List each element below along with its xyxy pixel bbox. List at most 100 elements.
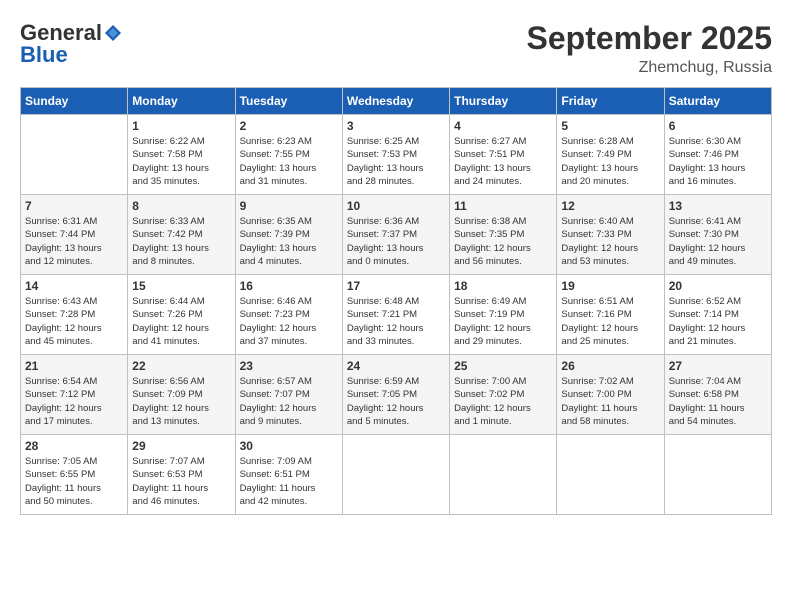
calendar-cell: 19 Sunrise: 6:51 AM Sunset: 7:16 PM Dayli… bbox=[557, 275, 664, 355]
calendar-cell: 28 Sunrise: 7:05 AM Sunset: 6:55 PM Dayli… bbox=[21, 435, 128, 515]
day-number: 2 bbox=[240, 119, 338, 133]
day-number: 16 bbox=[240, 279, 338, 293]
day-number: 15 bbox=[132, 279, 230, 293]
day-content: Sunrise: 6:48 AM Sunset: 7:21 PM Dayligh… bbox=[347, 295, 445, 348]
day-content: Sunrise: 6:28 AM Sunset: 7:49 PM Dayligh… bbox=[561, 135, 659, 188]
day-number: 22 bbox=[132, 359, 230, 373]
day-content: Sunrise: 6:23 AM Sunset: 7:55 PM Dayligh… bbox=[240, 135, 338, 188]
calendar-cell: 27 Sunrise: 7:04 AM Sunset: 6:58 PM Dayli… bbox=[664, 355, 771, 435]
weekday-header: Sunday bbox=[21, 88, 128, 115]
day-content: Sunrise: 6:27 AM Sunset: 7:51 PM Dayligh… bbox=[454, 135, 552, 188]
location: Zhemchug, Russia bbox=[527, 59, 772, 77]
calendar-cell: 10 Sunrise: 6:36 AM Sunset: 7:37 PM Dayli… bbox=[342, 195, 449, 275]
calendar-cell: 22 Sunrise: 6:56 AM Sunset: 7:09 PM Dayli… bbox=[128, 355, 235, 435]
calendar-cell: 8Sunrise: 6:33 AM Sunset: 7:42 PM Daylig… bbox=[128, 195, 235, 275]
calendar-cell bbox=[342, 435, 449, 515]
day-number: 28 bbox=[25, 439, 123, 453]
day-content: Sunrise: 6:31 AM Sunset: 7:44 PM Dayligh… bbox=[25, 215, 123, 268]
calendar-cell: 2 Sunrise: 6:23 AM Sunset: 7:55 PM Daylig… bbox=[235, 115, 342, 195]
day-number: 6 bbox=[669, 119, 767, 133]
weekday-header: Thursday bbox=[450, 88, 557, 115]
header-row: SundayMondayTuesdayWednesdayThursdayFrid… bbox=[21, 88, 772, 115]
day-content: Sunrise: 7:00 AM Sunset: 7:02 PM Dayligh… bbox=[454, 375, 552, 428]
calendar-cell: 30 Sunrise: 7:09 AM Sunset: 6:51 PM Dayli… bbox=[235, 435, 342, 515]
day-content: Sunrise: 6:54 AM Sunset: 7:12 PM Dayligh… bbox=[25, 375, 123, 428]
calendar-table: SundayMondayTuesdayWednesdayThursdayFrid… bbox=[20, 87, 772, 515]
day-content: Sunrise: 6:30 AM Sunset: 7:46 PM Dayligh… bbox=[669, 135, 767, 188]
day-number: 26 bbox=[561, 359, 659, 373]
day-content: Sunrise: 6:41 AM Sunset: 7:30 PM Dayligh… bbox=[669, 215, 767, 268]
calendar-cell: 4Sunrise: 6:27 AM Sunset: 7:51 PM Daylig… bbox=[450, 115, 557, 195]
calendar-cell: 11 Sunrise: 6:38 AM Sunset: 7:35 PM Dayli… bbox=[450, 195, 557, 275]
day-number: 27 bbox=[669, 359, 767, 373]
day-number: 19 bbox=[561, 279, 659, 293]
calendar-cell: 25 Sunrise: 7:00 AM Sunset: 7:02 PM Dayli… bbox=[450, 355, 557, 435]
calendar-cell: 18Sunrise: 6:49 AM Sunset: 7:19 PM Dayli… bbox=[450, 275, 557, 355]
calendar-cell: 15 Sunrise: 6:44 AM Sunset: 7:26 PM Dayli… bbox=[128, 275, 235, 355]
title-block: September 2025 Zhemchug, Russia bbox=[527, 20, 772, 77]
day-number: 25 bbox=[454, 359, 552, 373]
day-number: 11 bbox=[454, 199, 552, 213]
weekday-header: Saturday bbox=[664, 88, 771, 115]
day-number: 9 bbox=[240, 199, 338, 213]
calendar-cell: 9Sunrise: 6:35 AM Sunset: 7:39 PM Daylig… bbox=[235, 195, 342, 275]
calendar-cell: 24Sunrise: 6:59 AM Sunset: 7:05 PM Dayli… bbox=[342, 355, 449, 435]
calendar-cell: 21 Sunrise: 6:54 AM Sunset: 7:12 PM Dayli… bbox=[21, 355, 128, 435]
day-content: Sunrise: 6:40 AM Sunset: 7:33 PM Dayligh… bbox=[561, 215, 659, 268]
day-number: 29 bbox=[132, 439, 230, 453]
calendar-week-row: 7Sunrise: 6:31 AM Sunset: 7:44 PM Daylig… bbox=[21, 195, 772, 275]
day-number: 5 bbox=[561, 119, 659, 133]
day-number: 10 bbox=[347, 199, 445, 213]
calendar-cell: 26 Sunrise: 7:02 AM Sunset: 7:00 PM Dayli… bbox=[557, 355, 664, 435]
day-content: Sunrise: 7:07 AM Sunset: 6:53 PM Dayligh… bbox=[132, 455, 230, 508]
calendar-cell bbox=[664, 435, 771, 515]
day-number: 14 bbox=[25, 279, 123, 293]
calendar-cell bbox=[450, 435, 557, 515]
day-content: Sunrise: 6:59 AM Sunset: 7:05 PM Dayligh… bbox=[347, 375, 445, 428]
calendar-cell: 20 Sunrise: 6:52 AM Sunset: 7:14 PM Dayli… bbox=[664, 275, 771, 355]
calendar-week-row: 21 Sunrise: 6:54 AM Sunset: 7:12 PM Dayli… bbox=[21, 355, 772, 435]
logo-icon bbox=[103, 23, 123, 43]
weekday-header: Tuesday bbox=[235, 88, 342, 115]
day-number: 21 bbox=[25, 359, 123, 373]
calendar-cell: 12 Sunrise: 6:40 AM Sunset: 7:33 PM Dayli… bbox=[557, 195, 664, 275]
day-content: Sunrise: 6:22 AM Sunset: 7:58 PM Dayligh… bbox=[132, 135, 230, 188]
day-content: Sunrise: 6:56 AM Sunset: 7:09 PM Dayligh… bbox=[132, 375, 230, 428]
calendar-cell: 29 Sunrise: 7:07 AM Sunset: 6:53 PM Dayli… bbox=[128, 435, 235, 515]
month-title: September 2025 bbox=[527, 20, 772, 57]
day-content: Sunrise: 6:52 AM Sunset: 7:14 PM Dayligh… bbox=[669, 295, 767, 348]
weekday-header: Friday bbox=[557, 88, 664, 115]
day-number: 20 bbox=[669, 279, 767, 293]
calendar-cell: 23 Sunrise: 6:57 AM Sunset: 7:07 PM Dayli… bbox=[235, 355, 342, 435]
day-number: 17 bbox=[347, 279, 445, 293]
day-content: Sunrise: 6:46 AM Sunset: 7:23 PM Dayligh… bbox=[240, 295, 338, 348]
calendar-week-row: 28 Sunrise: 7:05 AM Sunset: 6:55 PM Dayli… bbox=[21, 435, 772, 515]
day-number: 8 bbox=[132, 199, 230, 213]
day-content: Sunrise: 7:04 AM Sunset: 6:58 PM Dayligh… bbox=[669, 375, 767, 428]
day-content: Sunrise: 6:36 AM Sunset: 7:37 PM Dayligh… bbox=[347, 215, 445, 268]
calendar-cell bbox=[557, 435, 664, 515]
day-content: Sunrise: 6:51 AM Sunset: 7:16 PM Dayligh… bbox=[561, 295, 659, 348]
day-content: Sunrise: 7:02 AM Sunset: 7:00 PM Dayligh… bbox=[561, 375, 659, 428]
day-number: 12 bbox=[561, 199, 659, 213]
calendar-cell: 5 Sunrise: 6:28 AM Sunset: 7:49 PM Daylig… bbox=[557, 115, 664, 195]
calendar-cell: 16 Sunrise: 6:46 AM Sunset: 7:23 PM Dayli… bbox=[235, 275, 342, 355]
calendar-cell bbox=[21, 115, 128, 195]
day-content: Sunrise: 6:38 AM Sunset: 7:35 PM Dayligh… bbox=[454, 215, 552, 268]
day-content: Sunrise: 6:57 AM Sunset: 7:07 PM Dayligh… bbox=[240, 375, 338, 428]
calendar-cell: 3Sunrise: 6:25 AM Sunset: 7:53 PM Daylig… bbox=[342, 115, 449, 195]
day-number: 1 bbox=[132, 119, 230, 133]
day-content: Sunrise: 6:44 AM Sunset: 7:26 PM Dayligh… bbox=[132, 295, 230, 348]
calendar-cell: 14 Sunrise: 6:43 AM Sunset: 7:28 PM Dayli… bbox=[21, 275, 128, 355]
weekday-header: Wednesday bbox=[342, 88, 449, 115]
day-content: Sunrise: 6:49 AM Sunset: 7:19 PM Dayligh… bbox=[454, 295, 552, 348]
day-number: 23 bbox=[240, 359, 338, 373]
day-number: 30 bbox=[240, 439, 338, 453]
day-content: Sunrise: 7:05 AM Sunset: 6:55 PM Dayligh… bbox=[25, 455, 123, 508]
day-content: Sunrise: 6:25 AM Sunset: 7:53 PM Dayligh… bbox=[347, 135, 445, 188]
calendar-cell: 6 Sunrise: 6:30 AM Sunset: 7:46 PM Daylig… bbox=[664, 115, 771, 195]
day-number: 13 bbox=[669, 199, 767, 213]
day-content: Sunrise: 7:09 AM Sunset: 6:51 PM Dayligh… bbox=[240, 455, 338, 508]
calendar-week-row: 1 Sunrise: 6:22 AM Sunset: 7:58 PM Daylig… bbox=[21, 115, 772, 195]
day-content: Sunrise: 6:43 AM Sunset: 7:28 PM Dayligh… bbox=[25, 295, 123, 348]
